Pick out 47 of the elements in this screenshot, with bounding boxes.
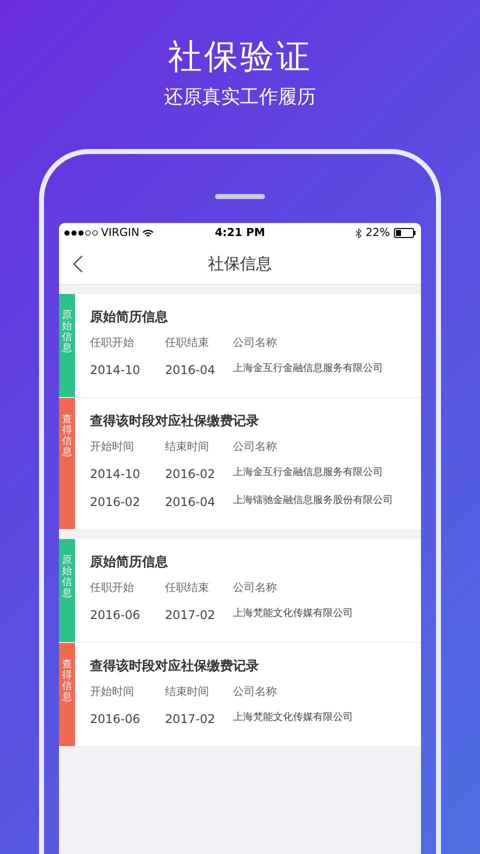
nav-title: 社保信息 [207,252,273,274]
column-header: 开始时间 [90,438,135,454]
table-cell-text: 上海梵能文化传媒有限公司 [233,710,353,725]
section-title: 原始简历信息 [90,554,169,572]
column-header: 开始时间 [90,684,135,700]
section-tag: 原始信息 [59,539,75,642]
section-title: 原始简历信息 [90,309,169,327]
column-header: 公司名称 [233,684,277,700]
table-cell-text: 2017-02 [165,607,216,624]
battery-icon [394,228,416,238]
section-tag: 查得信息 [59,398,75,529]
section-tag: 原始信息 [59,294,75,397]
column-header: 结束时间 [165,684,210,700]
section-title: 查得该时段对应社保缴费记录 [90,658,260,676]
back-icon[interactable] [73,254,83,272]
column-header: 结束时间 [165,438,210,454]
speaker-grille [215,194,265,199]
table-cell-text: 上海金互行金融信息服务有限公司 [233,362,383,376]
column-header: 任职开始 [90,580,135,596]
table-cell-text: 2016-06 [90,607,142,624]
column-header: 公司名称 [233,580,277,596]
carrier-name: VIRGIN [101,224,140,241]
column-header: 任职开始 [90,334,135,350]
headline: 社保验证 [168,40,312,74]
column-header: 任职结束 [165,580,210,596]
signal-icon [64,230,98,236]
battery-percent: 22% [366,224,390,241]
table-cell-text: 2016-04 [165,494,216,511]
table-cell-text: 2017-02 [165,711,216,728]
table-cell-text: 上海镭驰金融信息服务股份有限公司 [233,494,393,508]
column-header: 任职结束 [165,334,210,350]
table-cell-text: 2016-06 [90,711,142,728]
status-time: 4:21 PM [214,224,266,241]
section-title: 查得该时段对应社保缴费记录 [90,412,260,431]
table-cell-text: 2016-04 [165,362,216,379]
table-cell-text: 2014-10 [90,466,142,483]
table-cell-text: 上海梵能文化传媒有限公司 [233,606,353,621]
wifi-icon [142,228,154,238]
bluetooth-icon [354,228,362,238]
table-cell-text: 2014-10 [90,362,142,379]
table-cell-text: 上海金互行金融信息服务有限公司 [233,466,383,480]
section-tag: 查得信息 [59,643,75,746]
table-cell-text: 2016-02 [165,466,216,483]
table-cell-text: 2016-02 [90,494,142,511]
column-header: 公司名称 [233,334,277,350]
column-header: 公司名称 [233,438,277,454]
subheadline: 还原真实工作履历 [164,88,316,107]
